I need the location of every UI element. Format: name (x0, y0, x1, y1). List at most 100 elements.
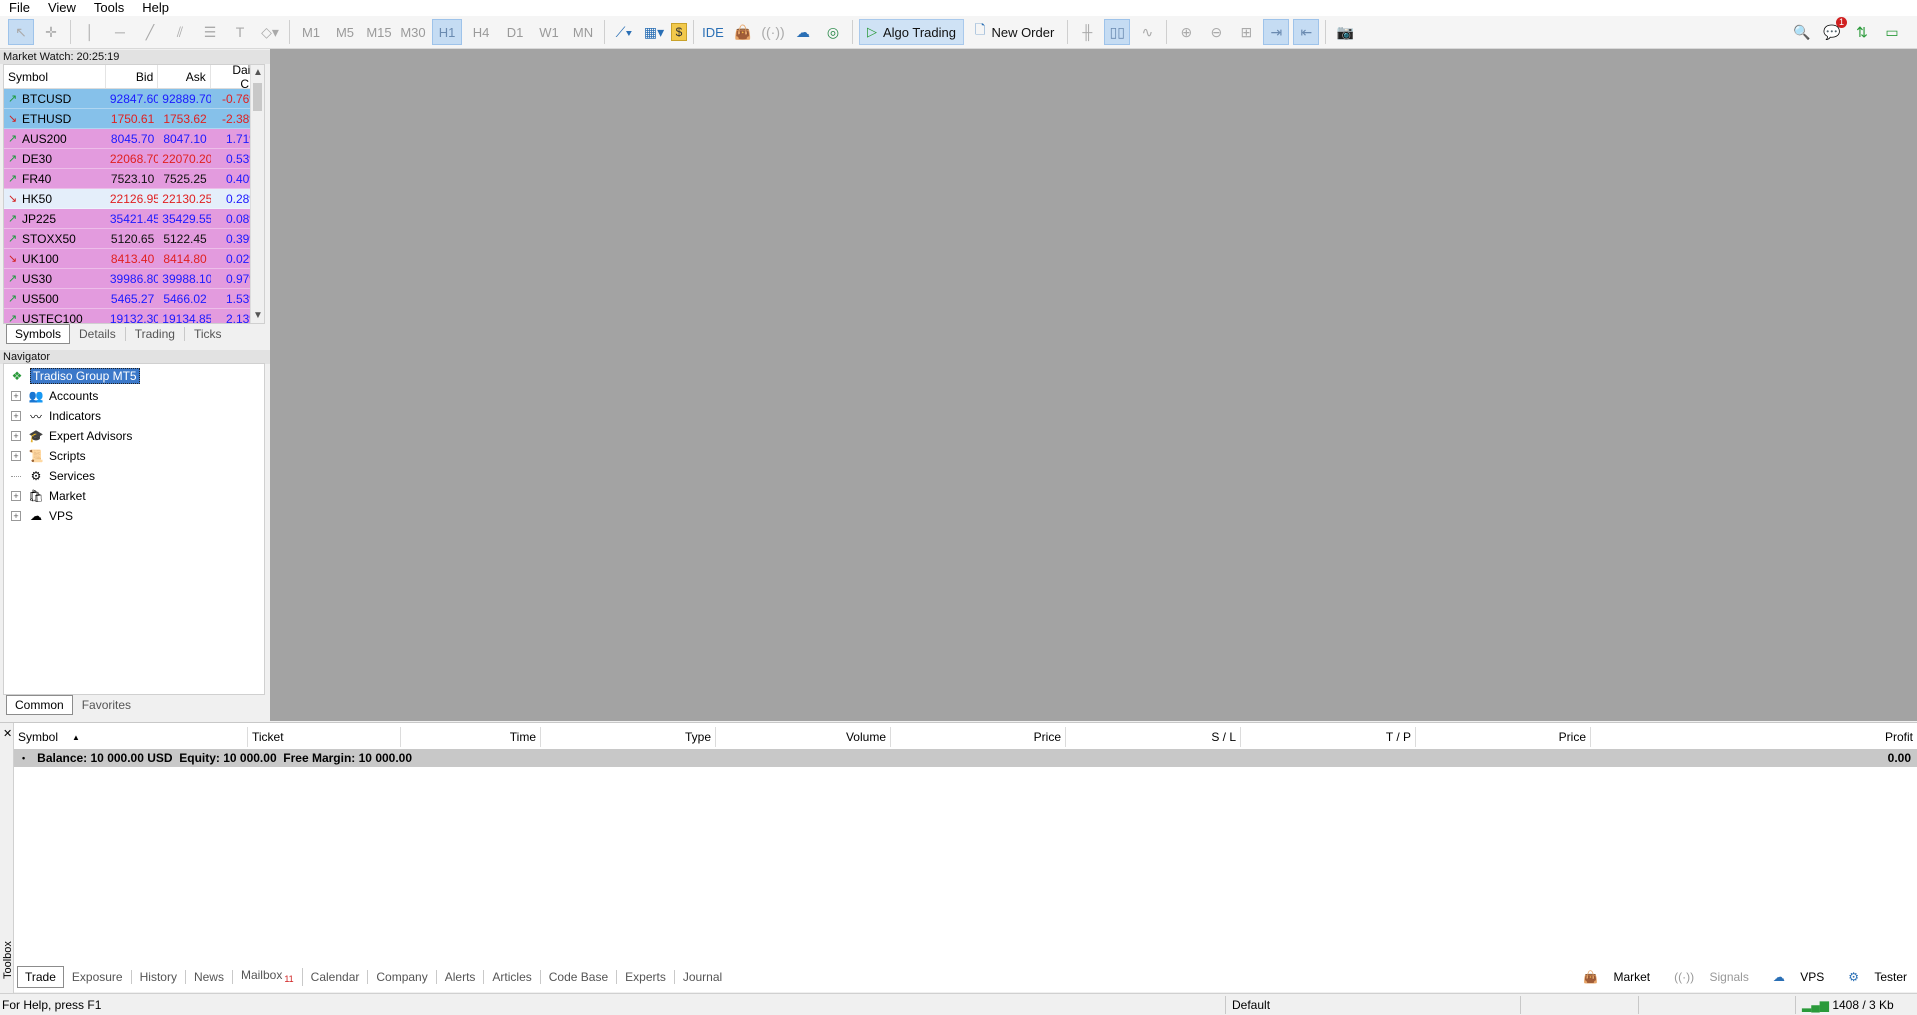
web-icon[interactable]: ◎ (820, 19, 846, 45)
bar-chart-icon[interactable]: ╫ (1074, 19, 1100, 45)
signals-icon[interactable]: ((·)) (760, 19, 786, 45)
column-volume[interactable]: Volume (716, 727, 891, 747)
timeframe-h4[interactable]: H4 (466, 19, 496, 45)
expand-icon[interactable]: + (11, 411, 21, 421)
market-watch-row[interactable]: ↗ AUS200 8045.70 8047.10 1.71% (4, 129, 264, 149)
close-icon[interactable]: ✕ (3, 727, 12, 740)
notifications-icon[interactable]: 💬 1 (1819, 17, 1847, 45)
market-bag-icon[interactable]: 👜 (730, 19, 756, 45)
chart-shift-icon[interactable]: ⇤ (1293, 19, 1320, 45)
column-bid[interactable]: Bid (106, 65, 159, 88)
scroll-down-icon[interactable]: ▼ (251, 310, 264, 321)
tab-mailbox[interactable]: Mailbox 11 (233, 967, 303, 987)
column-tp[interactable]: T / P (1241, 727, 1416, 747)
navigator-root[interactable]: ❖ Tradiso Group MT5 (4, 366, 264, 386)
expand-icon[interactable]: + (11, 391, 21, 401)
tab-favorites[interactable]: Favorites (73, 698, 140, 712)
tab-code-base[interactable]: Code Base (541, 970, 618, 984)
vertical-line-icon[interactable]: │ (77, 19, 103, 45)
navigator-item-services[interactable]: ⚙ Services (4, 466, 264, 486)
column-sl[interactable]: S / L (1066, 727, 1241, 747)
expand-icon[interactable]: + (11, 491, 21, 501)
column-current-price[interactable]: Price (1416, 727, 1591, 747)
tab-ticks[interactable]: Ticks (185, 327, 231, 341)
tab-calendar[interactable]: Calendar (303, 970, 369, 984)
tab-experts[interactable]: Experts (617, 970, 675, 984)
crosshair-icon[interactable]: ✛ (38, 19, 64, 45)
tab-details[interactable]: Details (70, 327, 126, 341)
market-watch-row[interactable]: ↗ USTEC100 19132.30 19134.85 2.13% (4, 309, 264, 323)
tab-news[interactable]: News (186, 970, 233, 984)
column-profit[interactable]: Profit (1591, 727, 1917, 747)
shapes-icon[interactable]: ◇▾ (257, 19, 283, 45)
search-icon[interactable]: 🔍 (1789, 19, 1815, 45)
timeframe-m1[interactable]: M1 (296, 19, 326, 45)
navigator-item-vps[interactable]: + ☁ VPS (4, 506, 264, 526)
auto-scroll-icon[interactable]: ⇥ (1263, 19, 1290, 45)
column-symbol[interactable]: Symbol (4, 65, 106, 88)
market-watch-row[interactable]: ↗ US500 5465.27 5466.02 1.53% (4, 289, 264, 309)
candlestick-icon[interactable]: ▯▯ (1104, 19, 1131, 45)
signals-link[interactable]: ((·)) Signals (1662, 970, 1749, 984)
navigator-item-accounts[interactable]: + 👥 Accounts (4, 386, 264, 406)
market-watch-row[interactable]: ↘ HK50 22126.95 22130.25 0.28% (4, 189, 264, 209)
menu-view[interactable]: View (39, 0, 85, 16)
expand-icon[interactable]: + (11, 511, 21, 521)
tab-history[interactable]: History (132, 970, 186, 984)
tab-trade[interactable]: Trade (17, 966, 64, 988)
timeframe-m5[interactable]: M5 (330, 19, 360, 45)
cursor-icon[interactable]: ↖ (8, 19, 34, 45)
text-icon[interactable]: T (227, 19, 253, 45)
timeframe-h1[interactable]: H1 (432, 19, 462, 45)
fibonacci-icon[interactable]: ☰ (197, 19, 223, 45)
scroll-thumb[interactable] (253, 83, 262, 111)
market-watch-row[interactable]: ↗ JP225 35421.45 35429.55 0.08% (4, 209, 264, 229)
timeframe-m15[interactable]: M15 (364, 19, 394, 45)
navigator-item-scripts[interactable]: + 📜 Scripts (4, 446, 264, 466)
market-watch-row[interactable]: ↗ BTCUSD 92847.60 92889.70 -0.76% (4, 89, 264, 109)
chart-template-icon[interactable]: ▦▾ (641, 19, 667, 45)
line-chart-icon[interactable]: ∿ (1134, 19, 1160, 45)
menu-help[interactable]: Help (133, 0, 178, 16)
vps-link[interactable]: ☁ VPS (1761, 970, 1824, 984)
tab-symbols[interactable]: Symbols (6, 324, 71, 344)
menu-file[interactable]: File (0, 0, 39, 16)
expand-icon[interactable]: + (11, 431, 21, 441)
screenshot-icon[interactable]: 📷 (1332, 19, 1358, 45)
column-type[interactable]: Type (541, 727, 716, 747)
market-watch-row[interactable]: ↘ ETHUSD 1750.61 1753.62 -2.38% (4, 109, 264, 129)
market-watch-row[interactable]: ↗ FR40 7523.10 7525.25 0.40% (4, 169, 264, 189)
indicator-list-icon[interactable]: ⟋▾ (611, 19, 637, 45)
tile-windows-icon[interactable]: ⊞ (1233, 19, 1259, 45)
dollar-icon[interactable]: $ (671, 23, 687, 41)
market-watch-row[interactable]: ↘ UK100 8413.40 8414.80 0.02% (4, 249, 264, 269)
algo-trading-button[interactable]: ▷ Algo Trading (859, 19, 964, 45)
zoom-in-icon[interactable]: ⊕ (1173, 19, 1199, 45)
tab-articles[interactable]: Articles (484, 970, 541, 984)
market-watch-row[interactable]: ↗ DE30 22068.70 22070.20 0.53% (4, 149, 264, 169)
timeframe-d1[interactable]: D1 (500, 19, 530, 45)
column-ask[interactable]: Ask (158, 65, 211, 88)
tab-exposure[interactable]: Exposure (64, 970, 132, 984)
menu-tools[interactable]: Tools (85, 0, 133, 16)
market-link[interactable]: 👜 Market (1571, 970, 1650, 984)
horizontal-line-icon[interactable]: ─ (107, 19, 133, 45)
navigator-item-indicators[interactable]: + 〰 Indicators (4, 406, 264, 426)
new-order-button[interactable]: 🗋 New Order (968, 19, 1061, 45)
tab-alerts[interactable]: Alerts (437, 970, 485, 984)
vps-cloud-icon[interactable]: ☁ (790, 19, 816, 45)
chart-workspace[interactable] (270, 49, 1917, 721)
column-price[interactable]: Price (891, 727, 1066, 747)
expand-icon[interactable]: + (11, 451, 21, 461)
timeframe-m30[interactable]: M30 (398, 19, 428, 45)
timeframe-mn[interactable]: MN (568, 19, 598, 45)
balance-row[interactable]: • Balance: 10 000.00 USD Equity: 10 000.… (14, 749, 1917, 767)
ide-button[interactable]: IDE (700, 19, 726, 45)
tab-company[interactable]: Company (368, 970, 437, 984)
navigator-item-expert-advisors[interactable]: + 🎓 Expert Advisors (4, 426, 264, 446)
zoom-out-icon[interactable]: ⊖ (1203, 19, 1229, 45)
timeframe-w1[interactable]: W1 (534, 19, 564, 45)
scroll-up-icon[interactable]: ▲ (251, 67, 264, 78)
column-symbol[interactable]: Symbol ▲ (14, 727, 248, 747)
channel-icon[interactable]: ⫽ (167, 19, 193, 45)
